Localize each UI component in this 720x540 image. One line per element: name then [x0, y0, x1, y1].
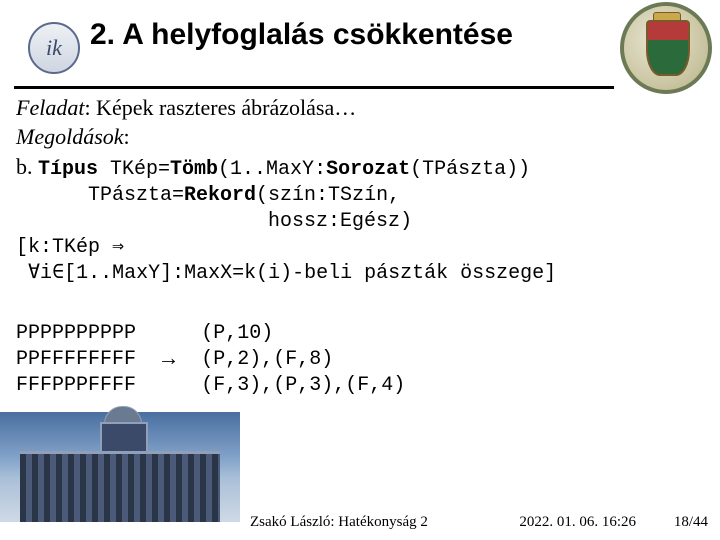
def-line-1: b. Típus TKép=Tömb(1..MaxY:Sorozat(TPász… — [16, 153, 704, 183]
footer-page: 18/44 — [674, 514, 708, 531]
footer-date: 2022. 01. 06. 16:26 — [519, 514, 636, 531]
title-underline — [14, 86, 614, 89]
arrow-icon: → — [162, 346, 175, 375]
task-line: Feladat: Képek raszteres ábrázolása… — [16, 94, 704, 123]
kw-sorozat: Sorozat — [326, 158, 410, 181]
faculty-logo-icon: ik — [28, 22, 80, 74]
bullet-b: b. — [16, 154, 33, 179]
header: ik 2. A helyfoglalás csökkentése — [0, 0, 720, 98]
def-line-4: [k:TKép ⇒ — [16, 235, 704, 261]
faculty-logo-text: ik — [46, 35, 62, 61]
example-right: (P,10) (P,2),(F,8) (F,3),(P,3),(F,4) — [201, 321, 405, 399]
slide-body: Feladat: Képek raszteres ábrázolása… Meg… — [16, 94, 704, 399]
footer-author: Zsakó László: Hatékonyság 2 — [250, 514, 428, 531]
solutions-label: Megoldások — [16, 124, 124, 149]
footer: Zsakó László: Hatékonyság 2 2022. 01. 06… — [0, 514, 720, 536]
kw-rekord: Rekord — [184, 184, 256, 207]
def-line-5: ∀i∈[1..MaxY]:MaxX=k(i)-beli pászták össz… — [16, 261, 704, 287]
def-line-2: TPászta=Rekord(szín:TSzín, — [16, 183, 704, 209]
kw-tipus: Típus — [38, 158, 98, 181]
definition-block: b. Típus TKép=Tömb(1..MaxY:Sorozat(TPász… — [16, 153, 704, 287]
example-block: PPPPPPPPPP PPFFFFFFFF FFFPPPFFFF → (P,10… — [16, 321, 704, 399]
kw-tomb: Tömb — [170, 158, 218, 181]
solutions-line: Megoldások: — [16, 123, 704, 152]
task-text: : Képek raszteres ábrázolása… — [84, 95, 356, 120]
building-photo-icon — [0, 412, 240, 522]
university-seal-icon — [620, 2, 712, 94]
def-line-3: hossz:Egész) — [16, 209, 704, 235]
slide: ik 2. A helyfoglalás csökkentése Feladat… — [0, 0, 720, 540]
task-label: Feladat — [16, 95, 84, 120]
example-left: PPPPPPPPPP PPFFFFFFFF FFFPPPFFFF — [16, 321, 136, 399]
slide-title: 2. A helyfoglalás csökkentése — [90, 18, 513, 52]
